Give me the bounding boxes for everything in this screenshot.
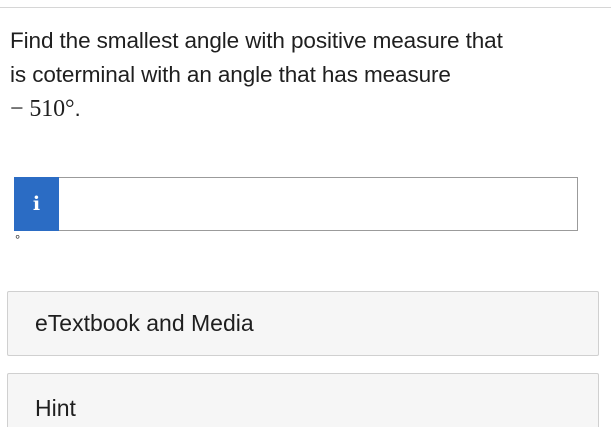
question-line-1: Find the smallest angle with positive me… [10, 28, 503, 53]
question-period: . [74, 96, 81, 121]
hint-button[interactable]: Hint [7, 373, 599, 427]
angle-expression: − 510° [10, 96, 75, 122]
hint-label: Hint [35, 394, 76, 421]
answer-input[interactable] [59, 177, 578, 231]
info-glyph: i [32, 193, 41, 215]
etextbook-media-button[interactable]: eTextbook and Media [7, 291, 599, 356]
question-line-3: − 510°. [10, 92, 608, 126]
top-divider [0, 7, 611, 8]
answer-row: i [14, 177, 578, 231]
question-line-2: is coterminal with an angle that has mea… [10, 62, 451, 87]
degree-unit-label: ° [15, 232, 21, 247]
etextbook-media-label: eTextbook and Media [35, 310, 254, 336]
info-icon[interactable]: i [14, 177, 59, 231]
question-text: Find the smallest angle with positive me… [10, 24, 608, 126]
